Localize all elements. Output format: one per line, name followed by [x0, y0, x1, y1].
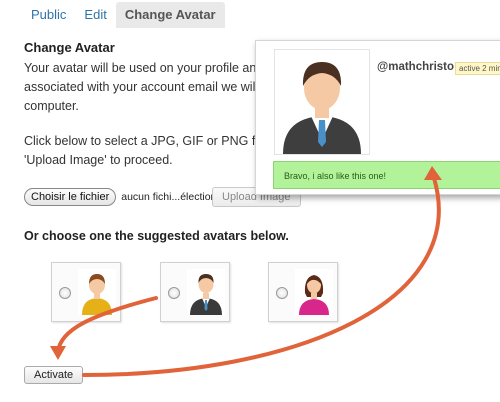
- suggested-avatars-heading: Or choose one the suggested avatars belo…: [24, 229, 289, 243]
- file-input-row: Choisir le fichier aucun fichi...électio…: [24, 188, 228, 206]
- avatar-man-suit-large-icon: [283, 62, 361, 154]
- arrow-head-activate: [50, 346, 66, 360]
- avatar-woman-pink-icon: [295, 269, 333, 315]
- arrow-activate-to-popup: [82, 176, 441, 377]
- tab-edit[interactable]: Edit: [75, 2, 115, 28]
- page-title: Change Avatar: [24, 40, 115, 55]
- avatar-option-2[interactable]: [160, 262, 230, 322]
- tab-change-avatar[interactable]: Change Avatar: [115, 2, 225, 28]
- avatar-option-3[interactable]: [268, 262, 338, 322]
- avatar-description-line-3: computer.: [24, 99, 79, 113]
- avatar-radio-1[interactable]: [59, 287, 71, 299]
- tab-public[interactable]: Public: [22, 2, 75, 28]
- choose-file-button[interactable]: Choisir le fichier: [24, 188, 117, 206]
- activity-badge: active 2 minu: [455, 62, 500, 75]
- avatar-description: Your avatar will be used on your profile…: [24, 59, 291, 116]
- activate-button[interactable]: Activate: [24, 366, 84, 384]
- avatar-radio-3[interactable]: [276, 287, 288, 299]
- avatar-boy-yellow-shirt-icon: [78, 269, 116, 315]
- avatar-description-line-1: Your avatar will be used on your profile…: [24, 61, 289, 75]
- profile-tabs: Public Edit Change Avatar: [22, 2, 225, 28]
- popup-success-message: Bravo, i also like this one!: [273, 161, 500, 189]
- avatar-radio-2[interactable]: [168, 287, 180, 299]
- avatar-option-1[interactable]: [51, 262, 121, 322]
- avatar-man-suit-icon: [187, 269, 225, 315]
- popup-avatar: [274, 49, 370, 155]
- avatar-description-line-2: associated with your account email we wi…: [24, 80, 292, 94]
- popup-username[interactable]: @mathchristo: [377, 61, 454, 73]
- profile-preview-popup: @mathchristo active 2 minu Bravo, i also…: [255, 40, 500, 195]
